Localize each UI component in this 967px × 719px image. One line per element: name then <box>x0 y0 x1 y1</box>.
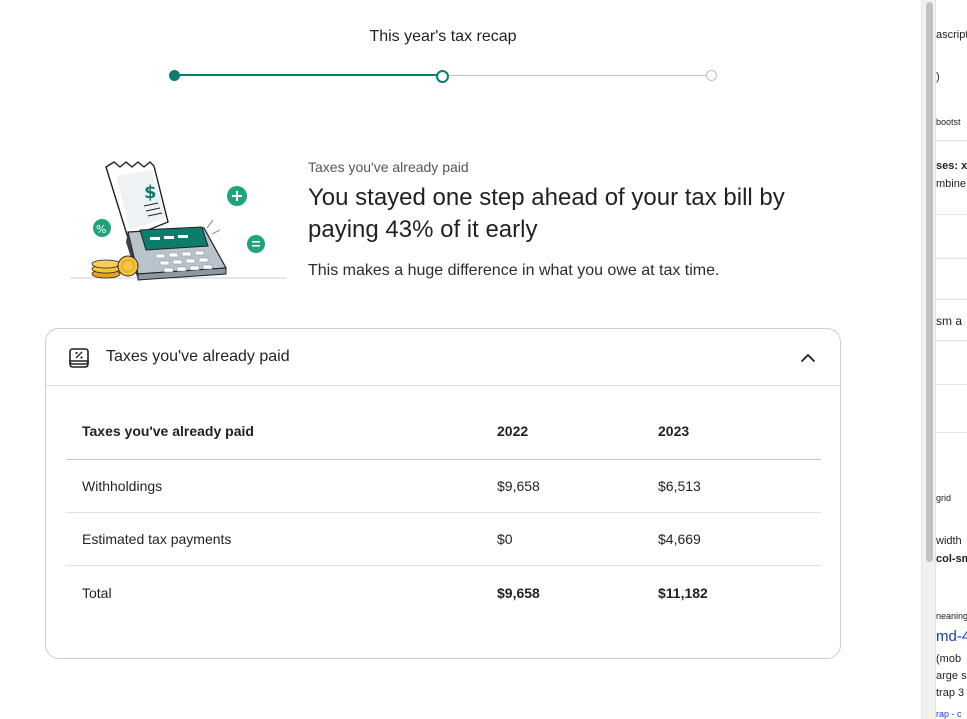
side-fragment: ascript <box>936 29 967 41</box>
side-fragment: mbine <box>936 178 966 190</box>
column-header: Taxes you've already paid <box>82 423 254 439</box>
row-value: $6,513 <box>658 478 701 494</box>
card-title: Taxes you've already paid <box>106 348 290 365</box>
table-total-row: Total $9,658 $11,182 <box>66 566 821 619</box>
chevron-up-icon[interactable] <box>798 348 818 368</box>
side-fragment: trap 3 <box>936 687 965 699</box>
row-value: $9,658 <box>497 478 540 494</box>
svg-text:%: % <box>96 223 106 236</box>
step-1-complete[interactable] <box>169 70 180 81</box>
row-value: $9,658 <box>497 584 540 601</box>
side-fragment: grid <box>936 493 952 503</box>
side-divider <box>936 140 967 141</box>
side-divider <box>936 384 967 385</box>
progress-title: This year's tax recap <box>369 28 517 45</box>
side-fragment: arge s <box>936 670 967 682</box>
row-label: Withholdings <box>82 478 163 494</box>
step-2-current[interactable] <box>436 69 449 83</box>
side-divider <box>936 214 967 215</box>
scrollbar-thumb[interactable] <box>926 2 933 562</box>
row-label: Estimated tax payments <box>82 531 232 547</box>
side-link[interactable]: rap - c <box>936 709 962 719</box>
vertical-scrollbar[interactable] <box>922 0 936 719</box>
side-fragment: neaning <box>936 611 967 621</box>
side-fragment: (mob <box>936 653 962 665</box>
side-fragment: ) <box>936 71 940 83</box>
hero-headline: You stayed one step ahead of your tax bi… <box>308 184 785 243</box>
progress-stepper <box>168 68 720 84</box>
side-fragment: bootst <box>936 117 961 127</box>
row-label: Total <box>82 584 112 601</box>
tax-document-icon <box>69 348 89 368</box>
stepper-line-pending <box>449 74 707 76</box>
side-divider <box>936 258 967 259</box>
side-divider <box>936 340 967 341</box>
row-value: $0 <box>497 531 513 547</box>
hero-eyebrow: Taxes you've already paid <box>308 159 469 175</box>
side-divider <box>936 299 967 300</box>
row-value: $11,182 <box>658 584 708 601</box>
column-header: 2022 <box>497 423 529 439</box>
stepper-line-complete <box>174 74 437 76</box>
card-header[interactable]: Taxes you've already paid <box>46 329 840 386</box>
side-fragment: col-sm <box>936 553 967 565</box>
row-value: $4,669 <box>658 531 701 547</box>
svg-text:$: $ <box>144 182 157 203</box>
table-header-row: Taxes you've already paid 2022 2023 <box>66 403 821 460</box>
table-row: Withholdings $9,658 $6,513 <box>66 460 821 513</box>
side-fragment: ses: xs <box>936 160 967 172</box>
side-link[interactable]: md-4 <box>936 628 967 645</box>
side-fragment: width <box>936 535 962 547</box>
table-row: Estimated tax payments $0 $4,669 <box>66 513 821 566</box>
step-3-pending[interactable] <box>706 70 717 81</box>
side-fragment: sm a <box>936 314 963 328</box>
main-content: This year's tax recap $ % Taxes you've a… <box>0 0 921 719</box>
taxes-paid-table: Taxes you've already paid 2022 2023 With… <box>66 403 821 619</box>
side-panel: ascript ) bootst ses: xs mbine sm a grid… <box>921 0 967 719</box>
taxes-paid-card: Taxes you've already paid Taxes you've a… <box>45 328 841 659</box>
receipt-calculator-coins-illustration: $ % <box>70 161 286 281</box>
column-header: 2023 <box>658 423 690 439</box>
hero-subtext: This makes a huge difference in what you… <box>308 262 720 279</box>
side-divider <box>936 432 967 433</box>
